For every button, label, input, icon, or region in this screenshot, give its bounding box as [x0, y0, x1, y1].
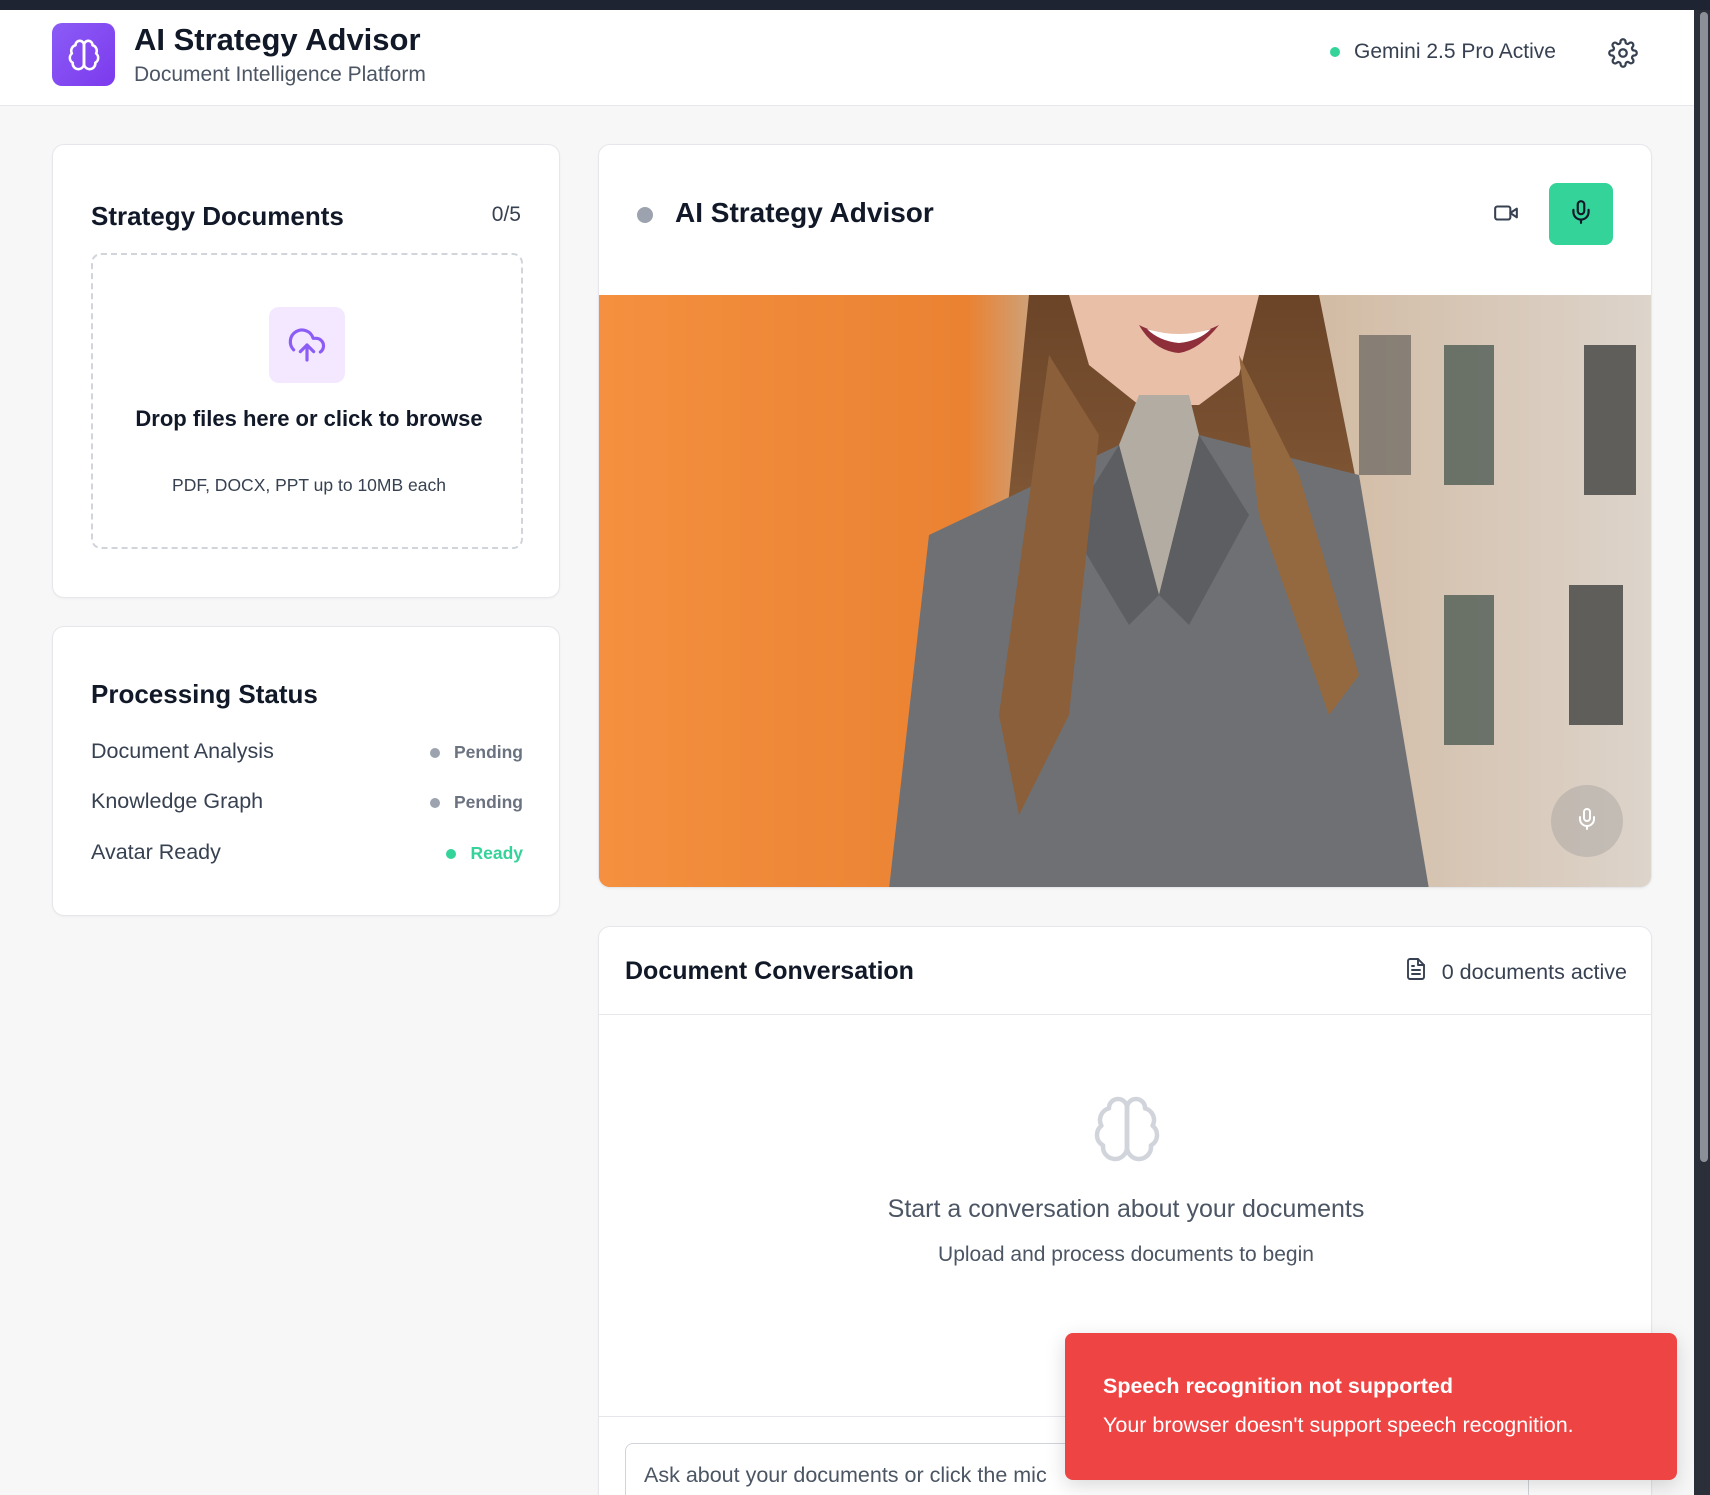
status-row-avatar-ready: Avatar Ready Ready — [91, 840, 523, 870]
dropzone-subtext: PDF, DOCX, PPT up to 10MB each — [172, 475, 446, 495]
status-badge: Pending — [429, 792, 523, 813]
toast-title: Speech recognition not supported — [1103, 1374, 1453, 1398]
app-header: AI Strategy Advisor Document Intelligenc… — [0, 10, 1694, 106]
model-status-label: Gemini 2.5 Pro Active — [1354, 40, 1556, 63]
dropzone-text: Drop files here or click to browse — [135, 406, 483, 431]
microphone-icon — [1575, 807, 1599, 836]
microphone-button[interactable] — [1549, 183, 1613, 245]
advisor-title: AI Strategy Advisor — [675, 197, 934, 228]
cloud-upload-icon — [269, 307, 345, 383]
status-label: Document Analysis — [91, 739, 274, 763]
gear-icon[interactable] — [1608, 38, 1638, 68]
app-window: AI Strategy Advisor Document Intelligenc… — [0, 10, 1694, 1495]
empty-state-title: Start a conversation about your document… — [887, 1195, 1365, 1223]
documents-count: 0/5 — [491, 203, 521, 226]
documents-active: 0 documents active — [1404, 957, 1627, 987]
window-top-strip — [0, 0, 1710, 10]
brain-icon — [52, 23, 115, 86]
pending-dot — [429, 747, 440, 758]
advisor-card: AI Strategy Advisor — [598, 144, 1652, 888]
status-dot — [1330, 47, 1340, 57]
conversation-header: Document Conversation 0 documents active — [599, 927, 1651, 1015]
status-state: Pending — [453, 792, 523, 812]
avatar-video — [599, 295, 1651, 887]
status-row-document-analysis: Document Analysis Pending — [91, 739, 523, 769]
avatar-image — [599, 295, 1651, 887]
empty-state-subtitle: Upload and process documents to begin — [938, 1243, 1314, 1266]
scrollbar-thumb[interactable] — [1700, 12, 1708, 1162]
status-badge: Ready — [446, 843, 523, 864]
brain-icon — [1091, 1093, 1163, 1165]
video-camera-icon[interactable] — [1491, 198, 1521, 228]
microphone-icon — [1568, 199, 1594, 230]
conversation-title: Document Conversation — [625, 957, 914, 985]
pending-dot — [429, 797, 440, 808]
advisor-status-dot — [637, 207, 653, 223]
toast-message: Your browser doesn't support speech reco… — [1103, 1413, 1574, 1437]
documents-title: Strategy Documents — [91, 201, 344, 231]
documents-active-label: 0 documents active — [1441, 959, 1627, 984]
document-icon — [1404, 957, 1428, 987]
status-badge: Pending — [429, 742, 523, 763]
floating-microphone-button[interactable] — [1551, 785, 1623, 857]
processing-title: Processing Status — [91, 679, 318, 709]
status-label: Knowledge Graph — [91, 789, 264, 813]
app-title: AI Strategy Advisor — [134, 22, 421, 57]
processing-status-card: Processing Status Document Analysis Pend… — [52, 626, 560, 916]
status-label: Avatar Ready — [91, 840, 221, 864]
status-row-knowledge-graph: Knowledge Graph Pending — [91, 789, 523, 819]
app-subtitle: Document Intelligence Platform — [134, 63, 426, 86]
strategy-documents-card: Strategy Documents 0/5 Drop files here o… — [52, 144, 560, 598]
ready-dot — [446, 848, 457, 859]
file-dropzone[interactable]: Drop files here or click to browse PDF, … — [91, 253, 523, 549]
status-state: Ready — [470, 843, 523, 863]
error-toast[interactable]: Speech recognition not supported Your br… — [1065, 1333, 1677, 1480]
status-state: Pending — [453, 742, 523, 762]
model-status: Gemini 2.5 Pro Active — [1330, 40, 1556, 64]
